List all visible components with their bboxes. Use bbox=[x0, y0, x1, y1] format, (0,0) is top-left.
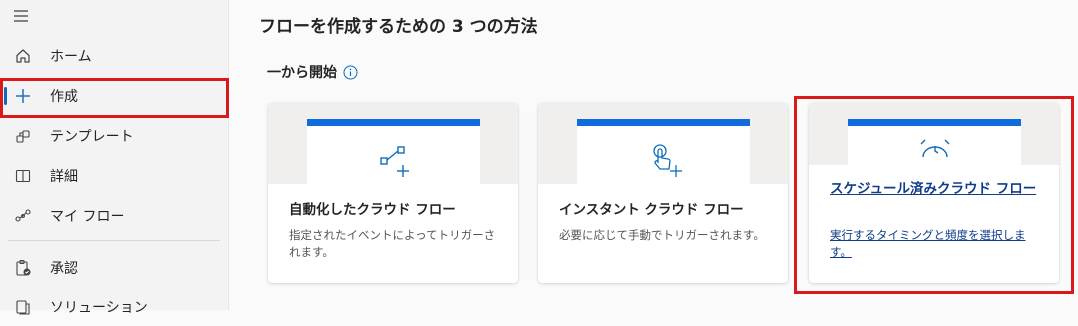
sidebar-item-label: ホーム bbox=[50, 49, 92, 65]
card-title[interactable]: スケジュール済みクラウド フロー bbox=[830, 179, 1040, 199]
card-thumbnail bbox=[538, 103, 788, 184]
card-panel bbox=[307, 119, 480, 184]
card-thumbnail bbox=[268, 103, 518, 184]
sidebar-item-label: マイ フロー bbox=[50, 209, 125, 225]
sidebar-item-label: 承認 bbox=[50, 261, 78, 277]
sidebar-item-create[interactable]: 作成 bbox=[0, 77, 228, 115]
card-panel bbox=[577, 119, 750, 184]
card-panel bbox=[848, 119, 1021, 165]
sidebar-item-templates[interactable]: テンプレート bbox=[0, 117, 228, 155]
sidebar-item-label: ソリューション bbox=[50, 300, 148, 316]
sidebar-item-solutions[interactable]: ソリューション bbox=[0, 288, 228, 326]
home-icon bbox=[13, 46, 33, 66]
sidebar-divider bbox=[8, 240, 220, 241]
automated-flow-icon bbox=[307, 143, 480, 179]
flow-icon bbox=[13, 206, 33, 226]
section-title: 一から開始 bbox=[267, 65, 337, 81]
templates-icon bbox=[13, 126, 33, 146]
section-header: 一から開始 bbox=[267, 62, 358, 82]
card-description: 必要に応じて手動でトリガーされます。 bbox=[559, 228, 765, 242]
card-description: 指定されたイベントによってトリガーされます。 bbox=[289, 228, 496, 259]
solutions-icon bbox=[13, 297, 33, 317]
info-icon[interactable] bbox=[343, 65, 358, 80]
sidebar-item-label: テンプレート bbox=[50, 129, 134, 145]
book-icon bbox=[13, 166, 33, 186]
sidebar-item-approvals[interactable]: 承認 bbox=[0, 249, 228, 287]
page-title: フローを作成するための 3 つの方法 bbox=[259, 17, 538, 37]
sidebar-item-home[interactable]: ホーム bbox=[0, 37, 228, 75]
sidebar-item-my-flows[interactable]: マイ フロー bbox=[0, 197, 228, 235]
plus-icon bbox=[13, 86, 33, 106]
card-scheduled-flow[interactable]: スケジュール済みクラウド フロー 実行するタイミングと頻度を選択します。 bbox=[809, 103, 1059, 283]
card-automated-flow[interactable]: 自動化したクラウド フロー 指定されたイベントによってトリガーされます。 bbox=[268, 103, 518, 283]
card-instant-flow[interactable]: インスタント クラウド フロー 必要に応じて手動でトリガーされます。 bbox=[538, 103, 788, 283]
sidebar-item-label: 作成 bbox=[50, 89, 78, 105]
card-thumbnail bbox=[809, 103, 1059, 165]
sidebar-item-label: 詳細 bbox=[50, 169, 78, 185]
sidebar: ホーム 作成 テンプレート 詳細 マイ フロー 承認 ソリューション bbox=[0, 0, 229, 316]
main-content: フローを作成するための 3 つの方法 一から開始 自動化したクラウド フロー 指… bbox=[229, 0, 1078, 310]
card-accent-bar bbox=[577, 119, 750, 126]
card-title: インスタント クラウド フロー bbox=[559, 202, 744, 218]
card-title: 自動化したクラウド フロー bbox=[289, 202, 456, 218]
card-description[interactable]: 実行するタイミングと頻度を選択します。 bbox=[830, 227, 1040, 261]
alarm-clock-icon bbox=[848, 137, 1021, 159]
hamburger-menu-icon[interactable] bbox=[12, 8, 32, 24]
approvals-icon bbox=[13, 258, 33, 278]
card-accent-bar bbox=[307, 119, 480, 126]
touch-hand-icon bbox=[577, 143, 750, 179]
sidebar-item-learn[interactable]: 詳細 bbox=[0, 157, 228, 195]
card-accent-bar bbox=[848, 119, 1021, 126]
